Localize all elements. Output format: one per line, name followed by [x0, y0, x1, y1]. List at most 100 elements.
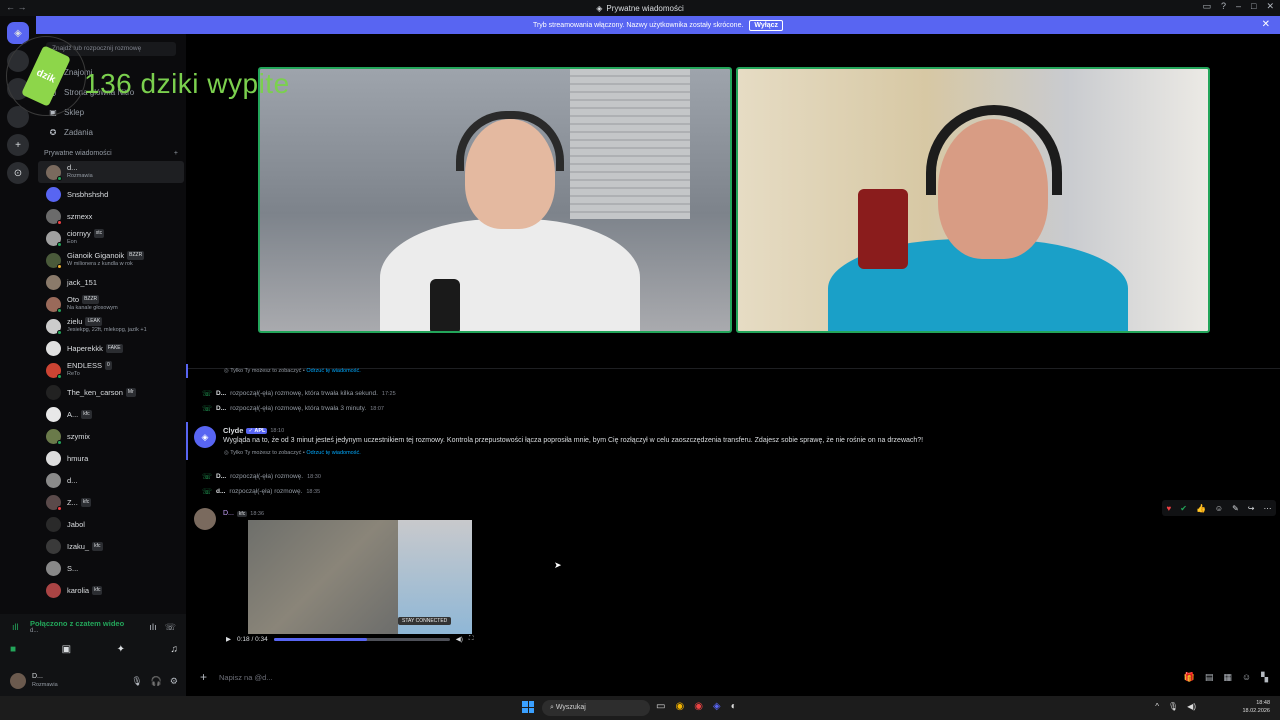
dismiss-link[interactable]: Odrzuć tę wiadomość. — [306, 368, 360, 374]
dm-item[interactable]: zielu LEAK Jesiekpg, 22ft, mlekopg, jazik … — [38, 315, 184, 337]
attach-icon[interactable]: + — [200, 670, 207, 684]
dismiss-link[interactable]: Odrzuć tę wiadomość. — [306, 450, 360, 456]
discord-taskbar-icon[interactable]: ◈ — [713, 701, 721, 712]
nav-arrows[interactable]: ← → — [6, 2, 27, 12]
dm-item[interactable]: Z... kfc — [38, 491, 184, 513]
dm-item[interactable]: The_ken_carson Mr — [38, 381, 184, 403]
screenshare-button[interactable]: ▣ — [62, 644, 71, 655]
browser-icon[interactable]: ◉ — [694, 701, 703, 712]
disconnect-icon[interactable]: ☏ — [165, 622, 176, 633]
dm-name: karolia kfc — [67, 585, 103, 595]
voice-status[interactable]: Połączono z czatem wideo — [30, 619, 124, 628]
more-icon[interactable]: ⋯ — [1264, 504, 1272, 513]
dm-item[interactable]: A... kfc — [38, 403, 184, 425]
avatar[interactable] — [10, 673, 26, 689]
dm-item[interactable]: S... — [38, 557, 184, 579]
avatar[interactable] — [194, 508, 216, 530]
voice-panel: ıll Połączono z czatem wideo d... ıIı ☏ … — [0, 614, 186, 666]
app-icon[interactable]: ◐ — [731, 701, 737, 712]
discord-icon: ◈ — [596, 3, 603, 13]
dm-name: szmexx — [67, 211, 93, 221]
thumbs-up-icon[interactable]: 👍 — [1196, 504, 1206, 513]
window-title: ◈ Prywatne wiadomości — [596, 3, 684, 13]
avatar — [46, 340, 61, 356]
add-dm-icon[interactable]: + — [174, 150, 178, 157]
add-reaction-icon[interactable]: ☺ — [1215, 504, 1223, 513]
activities-button[interactable]: ✦ — [117, 644, 125, 655]
microphone-icon[interactable]: 🎙 — [131, 676, 142, 687]
play-icon[interactable]: ▶ — [226, 635, 231, 643]
dm-name: S... — [67, 563, 79, 573]
video-tile-2[interactable] — [736, 67, 1210, 333]
forward-icon[interactable]: ↪ — [1248, 504, 1255, 513]
dm-activity: ReTo — [67, 371, 80, 377]
sticker-icon[interactable]: ▦ — [1223, 672, 1232, 683]
dm-item[interactable]: Izaku_ kfc — [38, 535, 184, 557]
inbox-icon[interactable]: ▭ — [1202, 1, 1211, 12]
close-icon[interactable]: ✕ — [1262, 19, 1270, 30]
edit-icon[interactable]: ✎ — [1232, 504, 1239, 513]
maximize-button[interactable]: □ — [1251, 1, 1256, 12]
dm-item[interactable]: d... — [38, 469, 184, 491]
camera-button[interactable]: ■ — [10, 644, 16, 655]
user-tag: BZZR — [127, 251, 145, 260]
discover-icon[interactable]: ⊙ — [7, 162, 29, 184]
task-view-icon[interactable]: ▭ — [656, 701, 665, 712]
check-reaction-icon[interactable]: ✔ — [1180, 504, 1187, 513]
start-button[interactable] — [522, 701, 534, 713]
system-tray: ^ 🎙 ◀) — [1155, 702, 1196, 711]
heart-reaction-icon[interactable]: ♥ — [1167, 504, 1172, 513]
clyde-message: Wygląda na to, że od 3 minut jesteś jedy… — [223, 437, 924, 444]
apps-icon[interactable]: ▚ — [1261, 672, 1268, 683]
video-tile-1[interactable] — [258, 67, 732, 333]
close-button[interactable]: ✕ — [1266, 1, 1274, 12]
noise-icon[interactable]: ıIı — [149, 622, 157, 633]
dm-name: A... kfc — [67, 409, 92, 419]
message-input[interactable]: Napisz na @d... — [219, 673, 272, 682]
settings-icon[interactable]: ⚙ — [170, 676, 178, 687]
fullscreen-icon[interactable]: ⛶ — [469, 635, 474, 643]
dm-item[interactable]: Gianoik Giganoik BZZR W milionera z kundla… — [38, 249, 184, 271]
status-indicator — [57, 505, 62, 511]
dm-item[interactable]: ENDLESS 0 ReTo — [38, 359, 184, 381]
dm-activity: Rozmawia — [67, 173, 93, 179]
microphone-tray-icon[interactable]: 🎙 — [1168, 702, 1178, 711]
emoji-icon[interactable]: ☺ — [1242, 672, 1251, 683]
gif-icon[interactable]: ▤ — [1205, 672, 1214, 683]
volume-icon[interactable]: ◀) — [456, 635, 463, 643]
dm-item[interactable]: hmura — [38, 447, 184, 469]
minimize-button[interactable]: – — [1236, 1, 1241, 12]
help-icon[interactable]: ? — [1221, 1, 1226, 12]
phone-icon: ☏ — [202, 487, 213, 496]
taskbar-clock[interactable]: 18:48 18.02.2026 — [1242, 699, 1270, 715]
chrome-icon[interactable]: ◉ — [675, 701, 684, 712]
headphones-icon[interactable]: 🎧 — [151, 676, 162, 687]
dm-item[interactable]: Oto BZZR Na kanale głosowym — [38, 293, 184, 315]
user-status: Rozmawia — [32, 682, 58, 688]
dm-item[interactable]: d... Rozmawia — [38, 161, 184, 183]
disable-streamer-mode-button[interactable]: Wyłącz — [749, 19, 784, 31]
dm-item[interactable]: szymix — [38, 425, 184, 447]
dm-name: Haperekkk FAKE — [67, 343, 123, 353]
clyde-avatar[interactable]: ◈ — [194, 426, 216, 448]
add-server-icon[interactable]: + — [7, 134, 29, 156]
streamer-mode-banner: Tryb streamowania włączony. Nazwy użytko… — [36, 16, 1280, 34]
dm-item[interactable]: Jabol — [38, 513, 184, 535]
dm-item[interactable]: Haperekkk FAKE — [38, 337, 184, 359]
dm-name: szymix — [67, 431, 90, 441]
video-progress[interactable] — [273, 637, 450, 641]
video-attachment[interactable]: STAY CONNECTED — [248, 520, 472, 634]
dm-item[interactable]: Snsbhshshd — [38, 183, 184, 205]
dm-item[interactable]: karolia kfc — [38, 579, 184, 601]
gift-icon[interactable]: 🎁 — [1184, 672, 1195, 683]
dm-item[interactable]: ciornyy xtc Eon — [38, 227, 184, 249]
speaker-icon[interactable]: ◀) — [1187, 702, 1196, 711]
dm-item[interactable]: szmexx — [38, 205, 184, 227]
tray-chevron-icon[interactable]: ^ — [1155, 702, 1159, 711]
nav-item[interactable]: ✪ Zadania — [36, 122, 186, 142]
ephemeral-note: ◎ Tylko Ty możesz to zobaczyć • Odrzuć t… — [224, 368, 361, 374]
call-event: ☏ D... rozpoczął(-ęła) rozmowę, która tr… — [202, 404, 384, 413]
dm-item[interactable]: jack_151 — [38, 271, 184, 293]
taskbar-search[interactable]: ⌕ Wyszukaj — [542, 700, 650, 716]
soundboard-button[interactable]: ♫ — [170, 644, 178, 655]
